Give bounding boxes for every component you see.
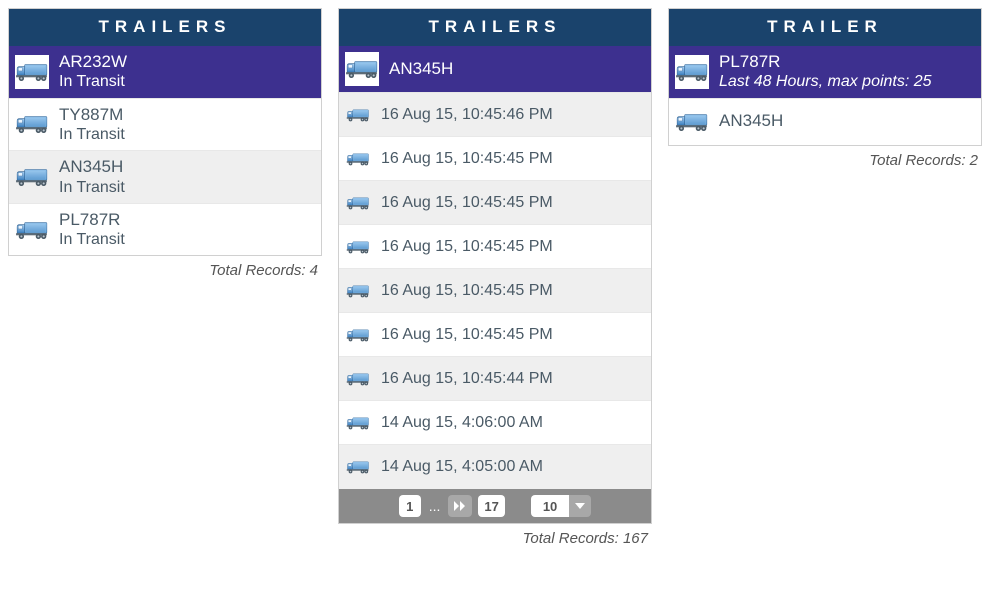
list-item[interactable]: TY887MIn Transit [9,99,321,152]
truck-icon [15,107,49,141]
list-item[interactable]: 16 Aug 15, 10:45:46 PM [339,93,651,137]
total-records-label: Total Records: 4 [8,256,322,279]
truck-icon [345,52,379,86]
timestamp: 14 Aug 15, 4:06:00 AM [381,413,543,432]
truck-icon [675,105,709,139]
panel-title: TRAILER [669,9,981,46]
trailer-subtext: Last 48 Hours, max points: 25 [719,72,932,91]
trailers-panel-2: TRAILERS AN345H 16 Aug 15, 10:45:46 PM 16… [338,8,652,524]
truck-icon [345,322,371,348]
list-item[interactable]: 16 Aug 15, 10:45:45 PM [339,181,651,225]
truck-icon [345,146,371,172]
trailer-status: In Transit [59,230,125,249]
trailer-id: PL787R [59,210,125,230]
truck-icon [345,410,371,436]
list-item[interactable]: 16 Aug 15, 10:45:45 PM [339,269,651,313]
list-item[interactable]: PL787RLast 48 Hours, max points: 25 [669,46,981,99]
trailer-id: AN345H [389,59,453,79]
trailer-id: PL787R [719,52,932,72]
page-ellipsis: ... [427,498,443,514]
list-item[interactable]: 16 Aug 15, 10:45:45 PM [339,137,651,181]
trailer-id: AN345H [59,157,125,177]
truck-icon [345,102,371,128]
page-size-dropdown[interactable] [569,495,591,517]
trailer-id: AN345H [719,111,783,131]
timestamp: 14 Aug 15, 4:05:00 AM [381,457,543,476]
list-item[interactable]: AR232WIn Transit [9,46,321,99]
page-last-button[interactable]: 17 [478,495,504,517]
trailers-panel-1: TRAILERS AR232WIn TransitTY887MIn Transi… [8,8,322,256]
page-forward-button[interactable] [448,495,472,517]
list-item[interactable]: AN345H [669,99,981,145]
list-item[interactable]: AN345HIn Transit [9,151,321,204]
list-item[interactable]: PL787RIn Transit [9,204,321,256]
panel-title: TRAILERS [339,9,651,46]
truck-icon [345,454,371,480]
list-item[interactable]: 14 Aug 15, 4:05:00 AM [339,445,651,489]
truck-icon [15,160,49,194]
truck-icon [345,278,371,304]
timestamp: 16 Aug 15, 10:45:44 PM [381,369,553,388]
trailer-panel-3: TRAILER PL787RLast 48 Hours, max points:… [668,8,982,146]
timestamp: 16 Aug 15, 10:45:45 PM [381,237,553,256]
chevron-down-icon [575,503,585,509]
list-item[interactable]: 16 Aug 15, 10:45:44 PM [339,357,651,401]
list-item[interactable]: 14 Aug 15, 4:06:00 AM [339,401,651,445]
pager: 1 ... 17 10 [339,489,651,523]
timestamp: 16 Aug 15, 10:45:45 PM [381,325,553,344]
total-records-label: Total Records: 2 [668,146,982,169]
trailer-id: AR232W [59,52,127,72]
total-records-label: Total Records: 167 [338,524,652,547]
list-item[interactable]: 16 Aug 15, 10:45:45 PM [339,225,651,269]
timestamp: 16 Aug 15, 10:45:45 PM [381,193,553,212]
truck-icon [675,55,709,89]
page-current-button[interactable]: 1 [399,495,421,517]
list-item-selected[interactable]: AN345H [339,46,651,93]
truck-icon [345,190,371,216]
timestamp: 16 Aug 15, 10:45:45 PM [381,149,553,168]
trailer-status: In Transit [59,178,125,197]
timestamp: 16 Aug 15, 10:45:46 PM [381,105,553,124]
truck-icon [15,55,49,89]
truck-icon [345,366,371,392]
trailer-status: In Transit [59,125,125,144]
page-size-value: 10 [531,495,569,517]
trailer-status: In Transit [59,72,127,91]
panel-title: TRAILERS [9,9,321,46]
trailer-id: TY887M [59,105,125,125]
truck-icon [345,234,371,260]
timestamp: 16 Aug 15, 10:45:45 PM [381,281,553,300]
truck-icon [15,213,49,247]
list-item[interactable]: 16 Aug 15, 10:45:45 PM [339,313,651,357]
